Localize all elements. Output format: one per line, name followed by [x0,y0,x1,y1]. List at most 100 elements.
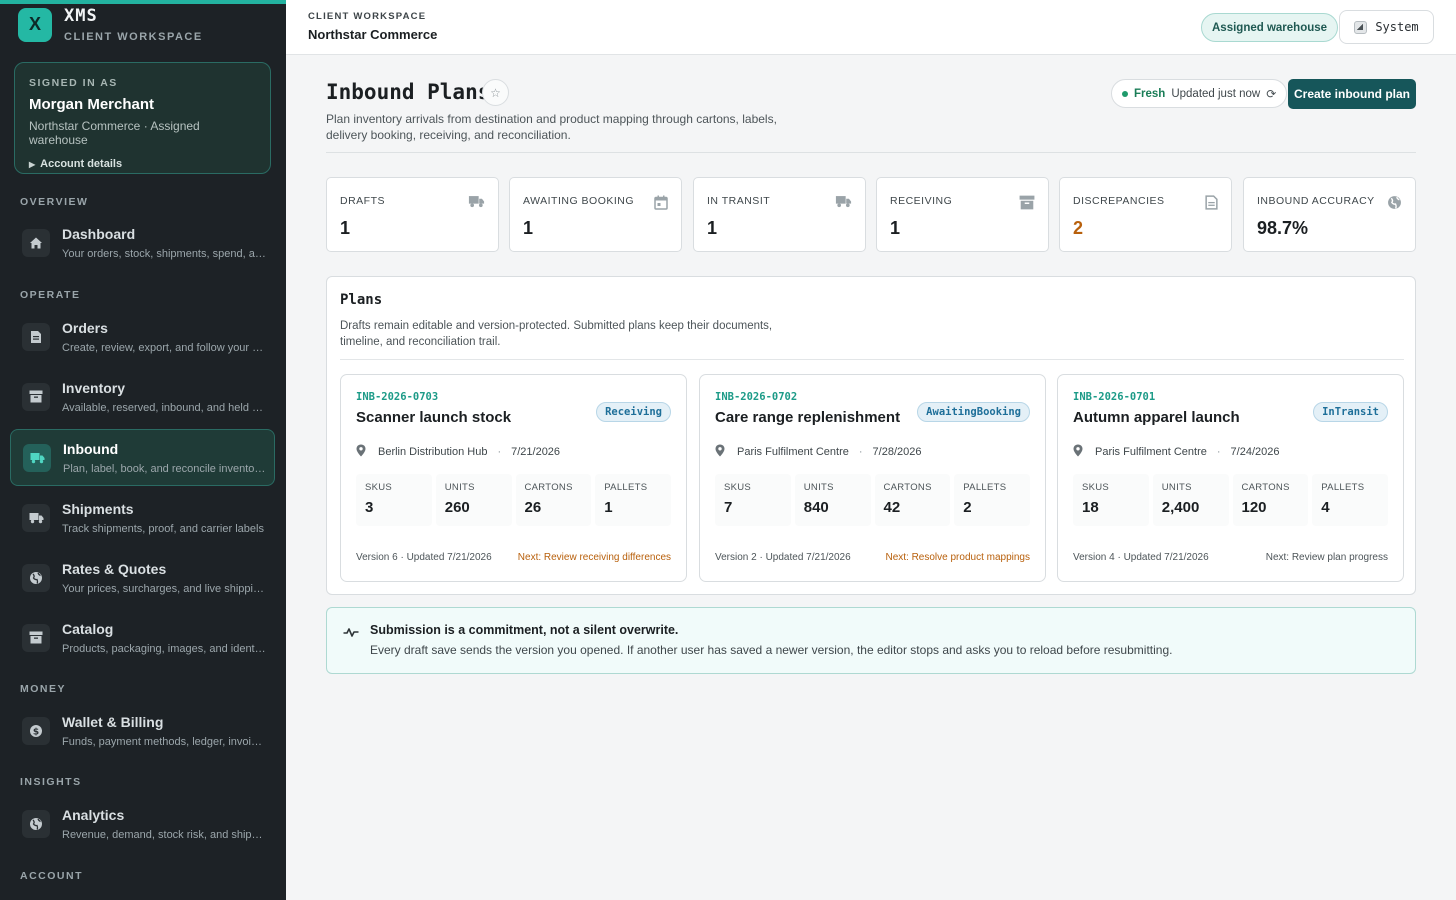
stat-value: 1 [523,218,534,238]
plan-next-action[interactable]: Next: Review receiving differences [518,552,671,563]
truck-icon [23,443,51,472]
system-theme-button[interactable]: System [1339,10,1434,44]
brand[interactable]: X XMS CLIENT WORKSPACE [18,6,203,43]
stat-value: 1 [340,218,351,238]
sidebar-item-desc: Create, review, export, and follow your … [62,341,267,354]
plan-metrics: SKUS 18 UNITS 2,400 CARTONS 120 PALLETS 4 [1073,474,1388,526]
metric-units: UNITS 840 [794,474,871,526]
metric-skus: SKUS 18 [1073,474,1149,526]
plan-location: Paris Fulfilment Centre [1095,446,1207,458]
plan-card[interactable]: INB-2026-0703 Scanner launch stock Recei… [340,374,687,582]
sidebar-item-title: Orders [62,319,108,336]
plan-metrics: SKUS 3 UNITS 260 CARTONS 26 PALLETS 1 [356,474,671,526]
plan-date: 7/24/2026 [1230,446,1280,458]
favorite-star-icon[interactable]: ☆ [482,79,509,106]
metric-skus: SKUS 7 [715,474,791,526]
activity-icon [343,625,359,643]
metric-cartons: CARTONS 120 [1232,474,1309,526]
truck-icon [835,195,852,213]
plan-id: INB-2026-0701 [1073,391,1156,403]
create-inbound-plan-button[interactable]: Create inbound plan [1288,79,1416,109]
plan-date: 7/28/2026 [872,446,922,458]
page-title: Inbound Plans [326,80,491,104]
plan-location-row: Paris Fulfilment Centre · 7/28/2026 [715,444,921,460]
sidebar-item-desc: Your orders, stock, shipments, spend, an… [62,247,267,260]
account-details-toggle[interactable]: ▶ Account details [29,158,256,170]
metric-value: 2 [963,499,972,516]
sidebar-item-dashboard[interactable]: Dashboard Your orders, stock, shipments, … [10,214,275,271]
truck-icon [468,195,485,213]
brand-name: XMS [64,6,98,26]
document-icon [1205,195,1218,215]
archive-icon [22,623,50,652]
plan-footer: Version 6 · Updated 7/21/2026 Next: Revi… [356,552,671,563]
metric-cartons: CARTONS 42 [874,474,951,526]
plans-title: Plans [340,292,383,308]
sidebar-item-inbound[interactable]: Inbound Plan, label, book, and reconcile … [10,429,275,486]
metric-label: PALLETS [963,482,1007,493]
globe-icon [22,809,50,838]
plan-card[interactable]: INB-2026-0702 Care range replenishment A… [699,374,1046,582]
plan-name: Scanner launch stock [356,409,512,426]
sidebar-item-rates-quotes[interactable]: Rates & Quotes Your prices, surcharges, a… [10,549,275,606]
metric-label: CARTONS [524,482,573,493]
stat-label: AWAITING BOOKING [523,195,635,207]
sidebar-item-catalog[interactable]: Catalog Products, packaging, images, and … [10,609,275,666]
location-pin-icon [356,444,366,460]
stat-value: 1 [890,218,901,238]
sidebar-item-desc: Your prices, surcharges, and live shippi… [62,582,267,595]
freshness-indicator[interactable]: Fresh Updated just now ⟳ [1111,79,1288,108]
stat-label: DISCREPANCIES [1073,195,1165,207]
sidebar-item-shipments[interactable]: Shipments Track shipments, proof, and car… [10,489,275,546]
assigned-warehouse-pill[interactable]: Assigned warehouse [1201,13,1339,42]
nav-section-account: ACCOUNT [20,870,83,882]
top-header: CLIENT WORKSPACE Northstar Commerce Assi… [286,0,1456,55]
plan-version: Version 6 · Updated 7/21/2026 [356,552,492,563]
location-pin-icon [715,444,725,460]
metric-pallets: PALLETS 2 [954,474,1030,526]
sidebar-item-desc: Available, reserved, inbound, and held s… [62,401,267,414]
metric-label: PALLETS [1321,482,1365,493]
stat-label: IN TRANSIT [707,195,771,207]
status-dot-icon [1122,90,1128,97]
brand-subtitle: CLIENT WORKSPACE [64,31,203,43]
plan-location-row: Paris Fulfilment Centre · 7/24/2026 [1073,444,1279,460]
stat-card-receiving: RECEIVING 1 [876,177,1049,252]
sidebar-item-orders[interactable]: Orders Create, review, export, and follow… [10,308,275,365]
theme-icon [1354,20,1368,34]
truck-icon [22,503,50,532]
metric-label: PALLETS [604,482,648,493]
plan-next-action[interactable]: Next: Review plan progress [1266,552,1388,563]
sidebar-item-title: Analytics [62,806,125,823]
refresh-icon[interactable]: ⟳ [1266,87,1276,101]
sidebar-item-inventory[interactable]: Inventory Available, reserved, inbound, a… [10,368,275,425]
sidebar-item-title: Shipments [62,500,134,517]
plan-card[interactable]: INB-2026-0701 Autumn apparel launch InTr… [1057,374,1404,582]
sidebar-item-title: Inbound [63,440,119,457]
submission-notice: Submission is a commitment, not a silent… [326,607,1416,674]
separator-dot: · [858,446,863,458]
stat-value: 98.7% [1257,218,1309,238]
plans-panel: Plans Drafts remain editable and version… [326,276,1416,595]
nav-section-overview: OVERVIEW [20,196,89,208]
account-org: Northstar Commerce · Assigned warehouse [29,119,200,147]
caret-right-icon: ▶ [29,159,36,169]
metric-label: SKUS [1082,482,1110,493]
metric-value: 1 [604,499,613,516]
stat-card-awaiting-booking: AWAITING BOOKING 1 [509,177,682,252]
sidebar-item-desc: Track shipments, proof, and carrier labe… [62,522,264,535]
metric-label: UNITS [444,482,475,493]
metric-value: 3 [365,499,374,516]
plan-footer: Version 4 · Updated 7/21/2026 Next: Revi… [1073,552,1388,563]
sidebar-item-wallet-billing[interactable]: $ Wallet & Billing Funds, payment methods… [10,702,275,759]
globe-icon [22,563,50,592]
metric-value: 18 [1082,499,1099,516]
metric-label: UNITS [1161,482,1192,493]
sidebar-item-desc: Revenue, demand, stock risk, and shippin… [62,828,267,841]
nav-section-insights: INSIGHTS [20,776,82,788]
workspace-org: Northstar Commerce [308,27,438,42]
plan-name: Autumn apparel launch [1073,409,1240,426]
dollar-icon: $ [22,716,50,745]
plan-next-action[interactable]: Next: Resolve product mappings [885,552,1030,563]
sidebar-item-analytics[interactable]: Analytics Revenue, demand, stock risk, an… [10,795,275,852]
